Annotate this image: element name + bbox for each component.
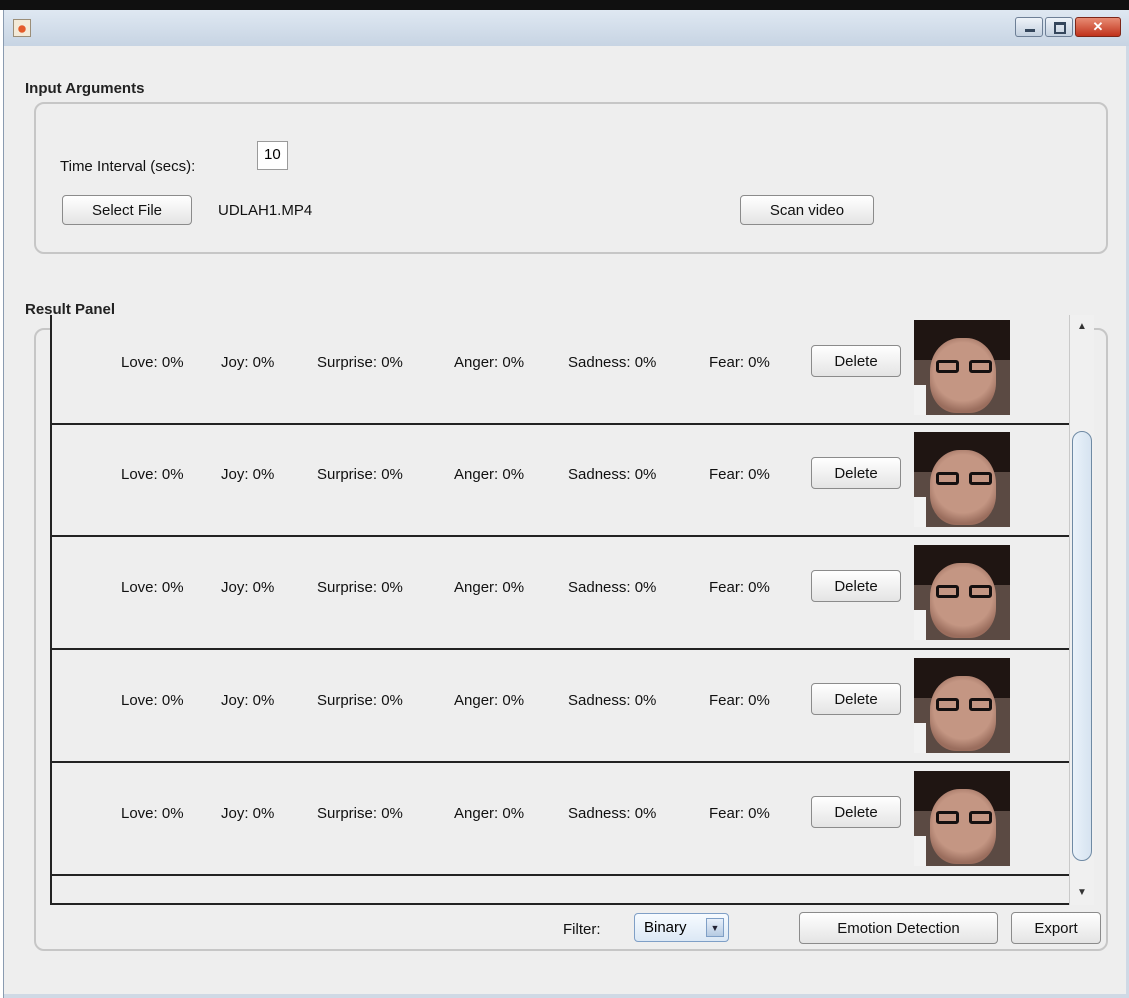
love-score: Love: 0% <box>121 692 184 709</box>
love-score: Love: 0% <box>121 466 184 483</box>
joy-score: Joy: 0% <box>221 579 275 596</box>
delete-button[interactable]: Delete <box>811 570 901 602</box>
close-icon[interactable] <box>1075 17 1121 37</box>
face-thumbnail <box>914 320 1010 415</box>
joy-score: Joy: 0% <box>221 354 275 371</box>
title-bar <box>4 10 1129 46</box>
filter-label: Filter: <box>563 921 601 938</box>
input-arguments-title: Input Arguments <box>25 80 145 97</box>
face-thumbnail <box>914 658 1010 753</box>
result-list: Love: 0% Joy: 0% Surprise: 0% Anger: 0% … <box>50 315 1069 905</box>
surprise-score: Surprise: 0% <box>317 466 403 483</box>
scan-video-button[interactable]: Scan video <box>740 195 874 225</box>
joy-score: Joy: 0% <box>221 466 275 483</box>
time-interval-label: Time Interval (secs): <box>60 158 196 175</box>
sadness-score: Sadness: 0% <box>568 805 657 822</box>
filter-select[interactable]: Binary ▼ <box>634 913 729 942</box>
sadness-score: Sadness: 0% <box>568 579 657 596</box>
face-thumbnail <box>914 545 1010 640</box>
export-button[interactable]: Export <box>1011 912 1101 944</box>
delete-button[interactable]: Delete <box>811 683 901 715</box>
scroll-down-icon[interactable]: ▼ <box>1070 883 1094 903</box>
fear-score: Fear: 0% <box>709 579 770 596</box>
anger-score: Anger: 0% <box>454 579 525 596</box>
time-interval-input[interactable]: 10 <box>257 141 288 170</box>
result-row: Love: 0% Joy: 0% Surprise: 0% Anger: 0% … <box>52 426 1069 537</box>
surprise-score: Surprise: 0% <box>317 354 403 371</box>
screen-top-edge <box>0 0 1129 10</box>
fear-score: Fear: 0% <box>709 466 770 483</box>
anger-score: Anger: 0% <box>454 466 525 483</box>
love-score: Love: 0% <box>121 354 184 371</box>
sadness-score: Sadness: 0% <box>568 354 657 371</box>
delete-button[interactable]: Delete <box>811 457 901 489</box>
sadness-score: Sadness: 0% <box>568 466 657 483</box>
joy-score: Joy: 0% <box>221 805 275 822</box>
filter-selected-value: Binary <box>644 919 687 936</box>
surprise-score: Surprise: 0% <box>317 579 403 596</box>
select-file-button[interactable]: Select File <box>62 195 192 225</box>
maximize-icon[interactable] <box>1045 17 1073 37</box>
anger-score: Anger: 0% <box>454 805 525 822</box>
face-thumbnail <box>914 432 1010 527</box>
window-controls <box>1013 17 1121 37</box>
surprise-score: Surprise: 0% <box>317 805 403 822</box>
scroll-up-icon[interactable]: ▲ <box>1070 317 1094 337</box>
joy-score: Joy: 0% <box>221 692 275 709</box>
input-arguments-panel <box>34 102 1108 254</box>
result-row: Love: 0% Joy: 0% Surprise: 0% Anger: 0% … <box>52 652 1069 763</box>
result-row: Love: 0% Joy: 0% Surprise: 0% Anger: 0% … <box>52 315 1069 425</box>
fear-score: Fear: 0% <box>709 805 770 822</box>
anger-score: Anger: 0% <box>454 692 525 709</box>
anger-score: Anger: 0% <box>454 354 525 371</box>
emotion-detection-button[interactable]: Emotion Detection <box>799 912 998 944</box>
surprise-score: Surprise: 0% <box>317 692 403 709</box>
java-app-icon <box>13 19 31 37</box>
app-window: Input Arguments Time Interval (secs): 10… <box>3 10 1129 998</box>
result-row: Love: 0% Joy: 0% Surprise: 0% Anger: 0% … <box>52 539 1069 650</box>
delete-button[interactable]: Delete <box>811 345 901 377</box>
fear-score: Fear: 0% <box>709 692 770 709</box>
fear-score: Fear: 0% <box>709 354 770 371</box>
delete-button[interactable]: Delete <box>811 796 901 828</box>
minimize-icon[interactable] <box>1015 17 1043 37</box>
result-row: Love: 0% Joy: 0% Surprise: 0% Anger: 0% … <box>52 765 1069 876</box>
result-scrollbar[interactable]: ▲ ▼ <box>1069 315 1094 905</box>
scrollbar-thumb[interactable] <box>1072 431 1092 861</box>
love-score: Love: 0% <box>121 579 184 596</box>
selected-file-name: UDLAH1.MP4 <box>218 202 313 219</box>
sadness-score: Sadness: 0% <box>568 692 657 709</box>
love-score: Love: 0% <box>121 805 184 822</box>
chevron-down-icon[interactable]: ▼ <box>706 918 724 937</box>
face-thumbnail <box>914 771 1010 866</box>
